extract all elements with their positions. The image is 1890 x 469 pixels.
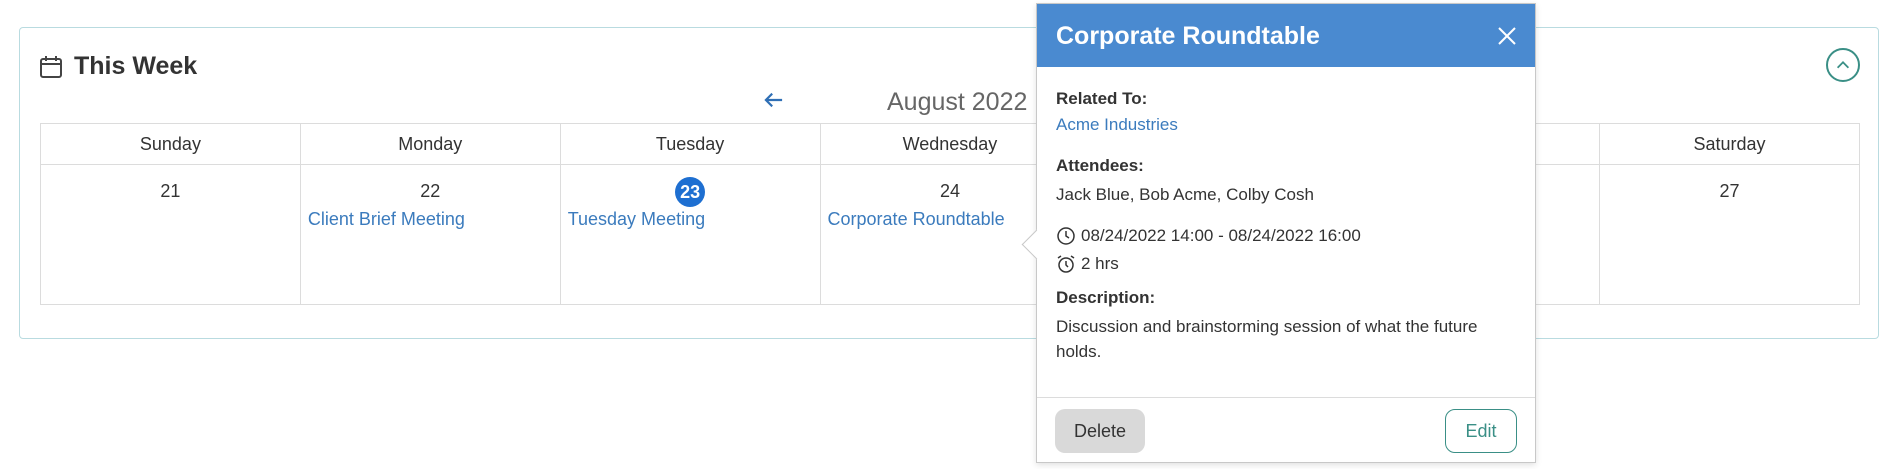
card-title: This Week (74, 52, 198, 80)
arrow-left-icon (764, 92, 783, 108)
month-title: August 2022 (887, 88, 1028, 116)
day-header-tuesday: Tuesday (559, 123, 821, 165)
alarm-clock-icon (1057, 254, 1075, 273)
close-button[interactable] (1495, 24, 1519, 48)
prev-week-button[interactable] (760, 88, 788, 112)
day-cell-saturday[interactable]: 27 (1599, 164, 1860, 305)
card-header: This Week (38, 52, 197, 81)
time-range-row: 08/24/2022 14:00 - 08/24/2022 16:00 (1056, 226, 1516, 246)
event-client-brief-meeting[interactable]: Client Brief Meeting (308, 209, 560, 230)
duration-row: 2 hrs (1056, 254, 1516, 274)
day-number: 27 (1719, 181, 1740, 201)
day-cell-tuesday[interactable]: 23 Tuesday Meeting (559, 164, 821, 305)
clock-icon (1057, 226, 1075, 245)
edit-button[interactable]: Edit (1445, 409, 1517, 453)
attendees-value: Jack Blue, Bob Acme, Colby Cosh (1056, 185, 1314, 204)
day-number: 22 (420, 181, 441, 201)
attendees-label: Attendees: (1056, 156, 1144, 175)
day-number: 21 (160, 181, 181, 201)
calendar-icon (38, 54, 64, 80)
duration: 2 hrs (1081, 253, 1119, 273)
week-calendar-grid: Sunday Monday Tuesday Wednesday Saturday… (40, 123, 1860, 305)
time-range: 08/24/2022 14:00 - 08/24/2022 16:00 (1081, 225, 1361, 245)
this-week-card: This Week August 2022 Sunday Monday Tues… (19, 27, 1879, 339)
event-popover: Corporate Roundtable Related To: Acme In… (1021, 3, 1536, 463)
popover-body: Related To: Acme Industries Attendees: J… (1037, 67, 1535, 365)
close-icon (1498, 27, 1516, 45)
today-badge: 23 (675, 177, 706, 207)
popover-header: Corporate Roundtable (1037, 4, 1535, 67)
chevron-up-icon (1836, 61, 1850, 69)
popover-title: Corporate Roundtable (1056, 22, 1320, 50)
day-number-today: 23 (561, 177, 820, 207)
day-header-sunday: Sunday (40, 123, 301, 165)
collapse-button[interactable] (1826, 48, 1860, 82)
delete-button[interactable]: Delete (1055, 409, 1145, 453)
day-cell-monday[interactable]: 22 Client Brief Meeting (299, 164, 561, 305)
day-header-monday: Monday (299, 123, 561, 165)
description-label: Description: (1056, 287, 1156, 307)
related-to-link[interactable]: Acme Industries (1056, 115, 1178, 135)
related-to-label: Related To: (1056, 89, 1148, 108)
event-tuesday-meeting[interactable]: Tuesday Meeting (568, 209, 820, 230)
day-header-saturday: Saturday (1599, 123, 1860, 165)
description-value: Discussion and brainstorming session of … (1056, 316, 1478, 362)
popover-footer: Delete Edit (1037, 397, 1535, 462)
day-cell-sunday[interactable]: 21 (40, 164, 301, 305)
